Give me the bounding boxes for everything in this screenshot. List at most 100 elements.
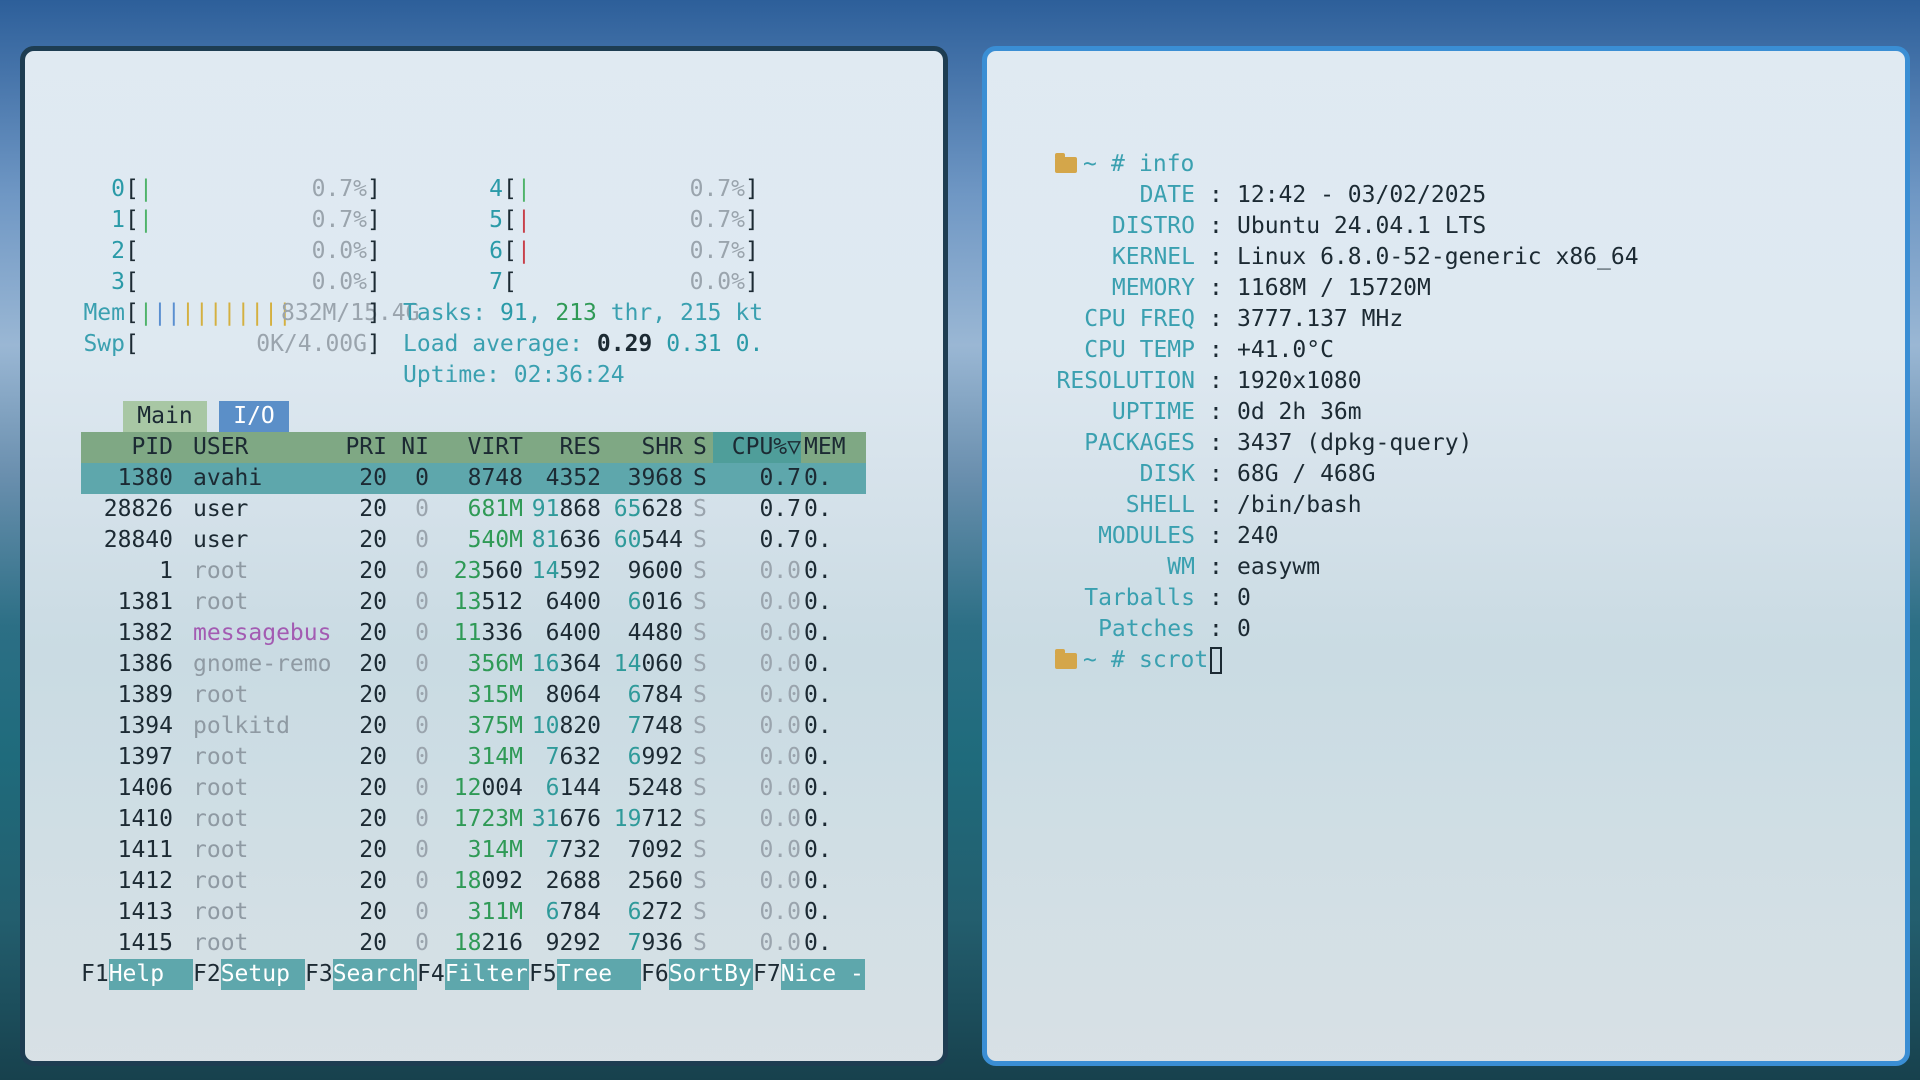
fkey-f1[interactable]: F1Help — [81, 959, 193, 990]
cell-pri: 20 — [359, 558, 387, 584]
cell-res-high: 7 — [545, 837, 560, 863]
cell-virt: 311M — [437, 897, 523, 928]
info-label: PACKAGES — [1084, 430, 1195, 456]
info-value: +41.0°C — [1237, 337, 1334, 363]
cell-shr-low: 2560 — [627, 868, 683, 894]
table-row[interactable]: 1386 gnome-remo 20 0 356M 16364 14060 S 0.0 0. — [81, 649, 866, 680]
fkey-label: Search — [332, 959, 417, 990]
header-pri[interactable]: PRI — [297, 432, 387, 463]
cell-shr: 7092 — [601, 835, 683, 866]
table-row[interactable]: 1380 avahi 20 0 8748 4352 3968 S 0.7 0. — [81, 463, 866, 494]
fkey-key: F7 — [753, 961, 781, 987]
cell-ni: 0 — [415, 496, 429, 522]
header-shr[interactable]: SHR — [601, 432, 683, 463]
fkey-f6[interactable]: F6SortBy — [641, 959, 753, 990]
table-row[interactable]: 1381 root 20 0 13512 6400 6016 S 0.0 0. — [81, 587, 866, 618]
cell-shr-high: 6 — [627, 589, 642, 615]
cell-s: S — [693, 651, 707, 677]
cpu-open-bracket: [ — [503, 269, 517, 295]
cell-res-low: 820 — [559, 713, 601, 739]
cell-virt-low: 512 — [481, 589, 523, 615]
header-cpu[interactable]: CPU%▽ — [721, 432, 801, 463]
cell-cpu: 0.0 — [759, 806, 801, 832]
table-row[interactable]: 1413 root 20 0 311M 6784 6272 S 0.0 0. — [81, 897, 866, 928]
info-label: Tarballs — [1084, 585, 1195, 611]
cell-pid: 1415 — [117, 930, 173, 956]
cell-shr-high: 7 — [627, 713, 642, 739]
cell-shr-high: 6 — [627, 744, 642, 770]
cpu-bar: | — [517, 176, 531, 202]
cell-virt-high: 356M — [467, 651, 523, 677]
cell-pri: 20 — [359, 589, 387, 615]
mem-close-bracket: ] — [367, 300, 381, 326]
header-virt[interactable]: VIRT — [437, 432, 523, 463]
header-mem[interactable]: MEM — [804, 432, 860, 463]
table-row[interactable]: 1 root 20 0 23560 14592 9600 S 0.0 0. — [81, 556, 866, 587]
table-row[interactable]: 1406 root 20 0 12004 6144 5248 S 0.0 0. — [81, 773, 866, 804]
cell-virt: 23560 — [437, 556, 523, 587]
cell-mem: 0. — [804, 651, 832, 677]
table-row[interactable]: 1410 root 20 0 1723M 31676 19712 S 0.0 0. — [81, 804, 866, 835]
cell-res: 7732 — [519, 835, 601, 866]
cell-pri: 20 — [359, 527, 387, 553]
cell-mem: 0. — [804, 930, 832, 956]
cell-ni: 0 — [415, 651, 429, 677]
cell-cpu: 0.0 — [759, 589, 801, 615]
cell-res: 6144 — [519, 773, 601, 804]
fkey-f3[interactable]: F3Search — [305, 959, 417, 990]
cell-ni: 0 — [415, 868, 429, 894]
fkey-f4[interactable]: F4Filter — [417, 959, 529, 990]
cell-ni: 0 — [415, 899, 429, 925]
cell-shr-low: 016 — [641, 589, 683, 615]
cell-res: 6400 — [519, 587, 601, 618]
cell-res-low: 636 — [559, 527, 601, 553]
cell-mem: 0. — [804, 744, 832, 770]
header-pid[interactable]: PID — [81, 432, 173, 463]
table-row[interactable]: 1415 root 20 0 18216 9292 7936 S 0.0 0. — [81, 928, 866, 959]
table-row[interactable]: 28826 user 20 0 681M 91868 65628 S 0.7 0. — [81, 494, 866, 525]
cell-res-high: 16 — [531, 651, 560, 677]
cell-mem: 0. — [804, 775, 832, 801]
header-res[interactable]: RES — [519, 432, 601, 463]
header-s[interactable]: S — [693, 432, 713, 463]
fkey-f5[interactable]: F5Tree — [529, 959, 641, 990]
cpu-id: 2 — [111, 238, 125, 264]
fkey-key: F5 — [529, 961, 557, 987]
load-line: Load average: 0.29 0.31 0. — [403, 329, 763, 360]
cell-s: S — [693, 682, 707, 708]
htop-terminal-window[interactable]: 0[| 0.7%] 1[| 0.7%] 2[0.0%] 3[0.0%] 4[| 0.7%] 5[… — [20, 46, 948, 1066]
tab-main[interactable]: Main — [123, 401, 207, 432]
cell-res-high: 7 — [545, 744, 560, 770]
info-label: Patches — [1098, 616, 1195, 642]
header-ni[interactable]: NI — [379, 432, 429, 463]
cell-virt-high: 540M — [467, 527, 523, 553]
cell-res: 16364 — [519, 649, 601, 680]
info-terminal-window[interactable]: ~ # info DATE:12:42 - 03/02/2025 DISTRO: Ubun… — [982, 46, 1910, 1066]
cell-virt-low: 336 — [481, 620, 523, 646]
cell-cpu: 0.0 — [759, 868, 801, 894]
cell-shr: 6784 — [601, 680, 683, 711]
mem-bar-used: | — [139, 300, 153, 326]
cell-pri: 20 — [359, 496, 387, 522]
cell-virt-high: 11 — [453, 620, 482, 646]
swap-open-bracket: [ — [125, 331, 139, 357]
tab-io[interactable]: I/O — [219, 401, 289, 432]
table-row[interactable]: 1411 root 20 0 314M 7732 7092 S 0.0 0. — [81, 835, 866, 866]
tasks-line: Tasks: 91, 213 thr, 215 kt — [403, 298, 763, 329]
cell-mem: 0. — [804, 496, 832, 522]
cell-virt-high: 12 — [453, 775, 482, 801]
table-row[interactable]: 1394 polkitd 20 0 375M 10820 7748 S 0.0 0. — [81, 711, 866, 742]
load-label: Load average: — [403, 331, 597, 357]
table-row[interactable]: 28840 user 20 0 540M 81636 60544 S 0.7 0. — [81, 525, 866, 556]
fkey-f7[interactable]: F7Nice - — [753, 959, 865, 990]
cell-s: S — [693, 465, 707, 491]
cell-res-high: 6 — [545, 899, 560, 925]
table-row[interactable]: 1412 root 20 0 18092 2688 2560 S 0.0 0. — [81, 866, 866, 897]
table-row[interactable]: 1389 root 20 0 315M 8064 6784 S 0.0 0. — [81, 680, 866, 711]
uptime-value: 02:36:24 — [513, 362, 625, 388]
table-row[interactable]: 1397 root 20 0 314M 7632 6992 S 0.0 0. — [81, 742, 866, 773]
fkey-f2[interactable]: F2Setup — [193, 959, 305, 990]
info-separator: : — [1209, 337, 1223, 363]
table-row[interactable]: 1382 messagebus 20 0 11336 6400 4480 S 0.0 0. — [81, 618, 866, 649]
fkey-key: F6 — [641, 961, 669, 987]
